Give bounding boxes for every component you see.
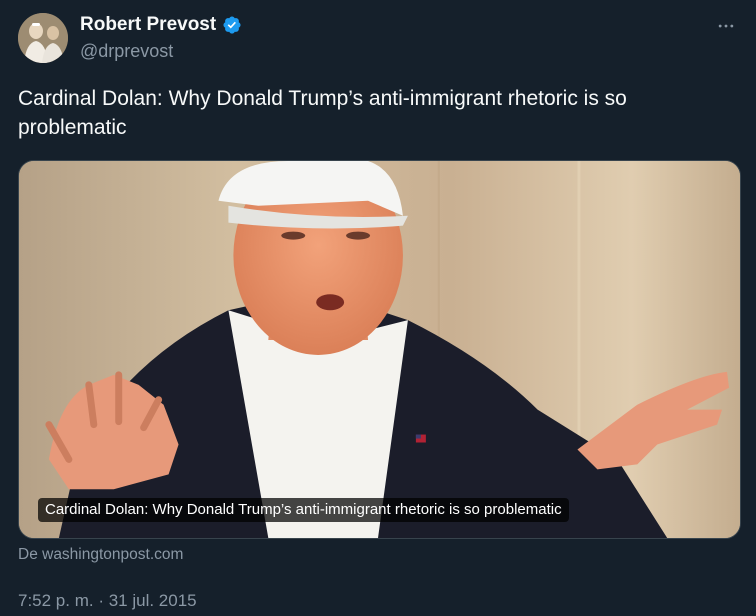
link-card[interactable]: Cardinal Dolan: Why Donald Trump’s anti-… bbox=[18, 160, 741, 539]
avatar[interactable] bbox=[18, 13, 68, 63]
author-display-name[interactable]: Robert Prevost bbox=[80, 14, 216, 36]
avatar-image bbox=[18, 13, 68, 63]
card-image bbox=[19, 161, 740, 538]
tweet: Robert Prevost @drprevost Cardinal Dolan… bbox=[0, 0, 756, 616]
verified-badge-icon bbox=[222, 15, 242, 35]
author-handle[interactable]: @drprevost bbox=[80, 41, 173, 62]
card-source[interactable]: De washingtonpost.com bbox=[18, 546, 183, 564]
more-icon[interactable] bbox=[712, 12, 740, 40]
author-name-row[interactable]: Robert Prevost bbox=[80, 14, 242, 36]
tweet-timestamp[interactable]: 7:52 p. m. · 31 jul. 2015 bbox=[18, 591, 197, 611]
card-caption: Cardinal Dolan: Why Donald Trump’s anti-… bbox=[38, 498, 569, 522]
tweet-text: Cardinal Dolan: Why Donald Trump’s anti-… bbox=[18, 87, 627, 139]
